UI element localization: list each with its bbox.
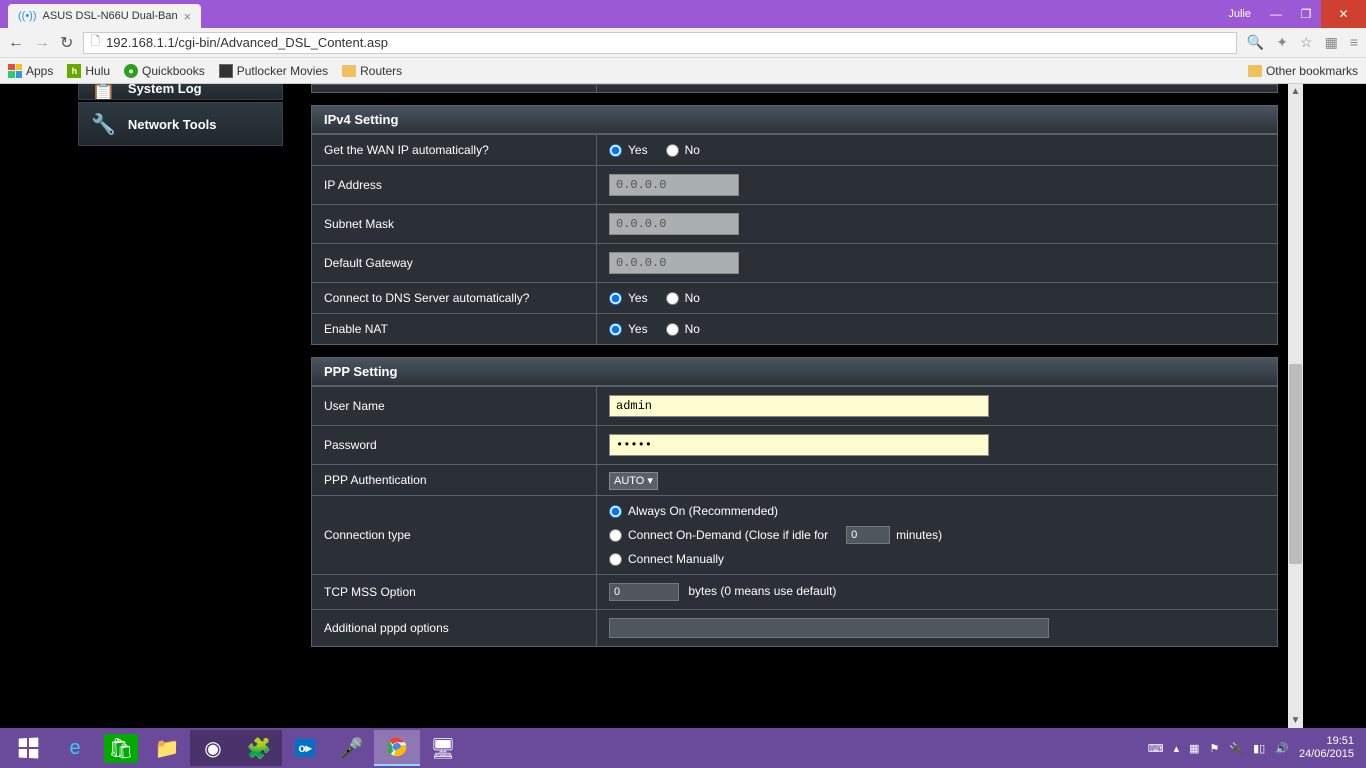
label-ip-address: IP Address (312, 166, 597, 205)
minimize-button[interactable]: — (1261, 0, 1291, 28)
translate-icon[interactable]: ✦ (1276, 34, 1288, 51)
input-password[interactable] (609, 434, 989, 456)
search-icon[interactable]: 🔍 (1247, 34, 1264, 51)
input-pppd-options[interactable] (609, 618, 1049, 638)
select-ppp-auth[interactable]: AUTO ▾ (609, 472, 658, 490)
input-username[interactable] (609, 395, 989, 417)
scrollbar-vertical[interactable]: ▲ ▼ (1288, 84, 1303, 728)
label-conn-type: Connection type (312, 496, 597, 575)
bookmark-putlocker[interactable]: Putlocker Movies (219, 64, 328, 78)
sidebar-label: Network Tools (128, 117, 217, 132)
quickbooks-icon: ● (124, 64, 138, 78)
folder-icon (1248, 65, 1262, 77)
taskbar-store[interactable]: 🛍 (98, 730, 144, 766)
hulu-icon: h (67, 64, 81, 78)
browser-tab[interactable]: ((•)) ASUS DSL-N66U Dual-Ban × (8, 4, 201, 28)
page-icon: 🗋 (90, 32, 100, 53)
taskbar-ie[interactable]: e (52, 730, 98, 766)
bookmark-quickbooks[interactable]: ● Quickbooks (124, 64, 205, 78)
label-nat: Enable NAT (312, 314, 597, 345)
scrollbar-thumb[interactable] (1289, 364, 1302, 564)
taskbar-outlook[interactable]: o▸ (282, 730, 328, 766)
sidebar-item-system-log[interactable]: 📋 System Log (78, 84, 283, 100)
scroll-up-icon[interactable]: ▲ (1288, 84, 1303, 99)
bookmark-star-icon[interactable]: ☆ (1300, 34, 1313, 51)
radio-dns-yes[interactable] (609, 292, 622, 305)
taskbar-clock[interactable]: 19:51 24/06/2015 (1299, 735, 1354, 761)
taskbar-explorer[interactable]: 📁 (144, 730, 190, 766)
taskbar-device[interactable]: 🖥 (420, 730, 466, 766)
input-subnet (609, 213, 739, 235)
close-window-button[interactable]: ✕ (1321, 0, 1366, 28)
bookmark-other[interactable]: Other bookmarks (1248, 64, 1358, 78)
radio-dns-no[interactable] (666, 292, 679, 305)
label-gateway: Default Gateway (312, 244, 597, 283)
taskbar-chrome[interactable] (374, 730, 420, 766)
close-tab-icon[interactable]: × (184, 9, 192, 24)
label-tcp-mss: TCP MSS Option (312, 575, 597, 610)
tray-volume-icon[interactable]: 🔊 (1275, 742, 1289, 755)
tray-power-icon[interactable]: 🔌 (1229, 742, 1243, 755)
bookmark-apps[interactable]: Apps (8, 64, 53, 78)
input-tcp-mss[interactable] (609, 583, 679, 601)
chrome-icon (386, 736, 408, 758)
taskbar-voice[interactable]: 🎤 (328, 730, 374, 766)
bookmark-routers[interactable]: Routers (342, 64, 402, 78)
input-idle-minutes[interactable] (846, 526, 890, 544)
windows-icon (19, 737, 39, 758)
back-button[interactable]: ← (8, 34, 24, 52)
label-subnet: Subnet Mask (312, 205, 597, 244)
tray-flag-icon[interactable]: ⚑ (1210, 742, 1220, 755)
folder-icon (342, 65, 356, 77)
radio-wan-ip-yes[interactable] (609, 144, 622, 157)
radio-conn-manual[interactable] (609, 553, 622, 566)
scroll-down-icon[interactable]: ▼ (1288, 713, 1303, 728)
radio-conn-always[interactable] (609, 505, 622, 518)
label-password: Password (312, 426, 597, 465)
taskbar-camera[interactable]: ◉ (190, 730, 236, 766)
label-username: User Name (312, 387, 597, 426)
tray-network-icon[interactable]: ▮▯ (1253, 742, 1265, 755)
tray-arrow-icon[interactable]: ▴ (1174, 742, 1180, 755)
radio-nat-yes[interactable] (609, 323, 622, 336)
radio-nat-no[interactable] (666, 323, 679, 336)
film-icon (219, 64, 233, 78)
menu-icon[interactable]: ≡ (1350, 34, 1358, 51)
bookmark-hulu[interactable]: h Hulu (67, 64, 110, 78)
keyboard-icon[interactable]: ⌨ (1148, 742, 1164, 755)
wifi-icon: ((•)) (18, 10, 37, 22)
extension-icon[interactable]: ▦ (1325, 34, 1338, 51)
start-button[interactable] (4, 730, 52, 766)
input-ip-address (609, 174, 739, 196)
tab-title: ASUS DSL-N66U Dual-Ban (43, 10, 178, 22)
apps-grid-icon (8, 64, 22, 78)
url-text: 192.168.1.1/cgi-bin/Advanced_DSL_Content… (106, 35, 388, 50)
radio-wan-ip-no[interactable] (666, 144, 679, 157)
maximize-button[interactable]: ❐ (1291, 0, 1321, 28)
sidebar-label: System Log (128, 84, 202, 96)
taskbar-puzzle[interactable]: 🧩 (236, 730, 282, 766)
input-gateway (609, 252, 739, 274)
label-pppd-options: Additional pppd options (312, 610, 597, 647)
user-badge[interactable]: Julie (1218, 0, 1261, 28)
label-wan-ip: Get the WAN IP automatically? (312, 135, 597, 166)
address-bar[interactable]: 🗋 192.168.1.1/cgi-bin/Advanced_DSL_Conte… (83, 32, 1236, 54)
reload-button[interactable]: ↻ (60, 33, 73, 53)
section-header-ppp: PPP Setting (311, 357, 1278, 386)
section-header-ipv4: IPv4 Setting (311, 105, 1278, 134)
forward-button[interactable]: → (34, 34, 50, 52)
sidebar-item-network-tools[interactable]: 🔧 Network Tools (78, 102, 283, 146)
tray-tiles-icon[interactable]: ▦ (1189, 742, 1199, 755)
radio-conn-demand[interactable] (609, 529, 622, 542)
wrench-icon: 🔧 (91, 112, 116, 137)
label-ppp-auth: PPP Authentication (312, 465, 597, 496)
log-icon: 📋 (91, 84, 116, 100)
label-dns: Connect to DNS Server automatically? (312, 283, 597, 314)
